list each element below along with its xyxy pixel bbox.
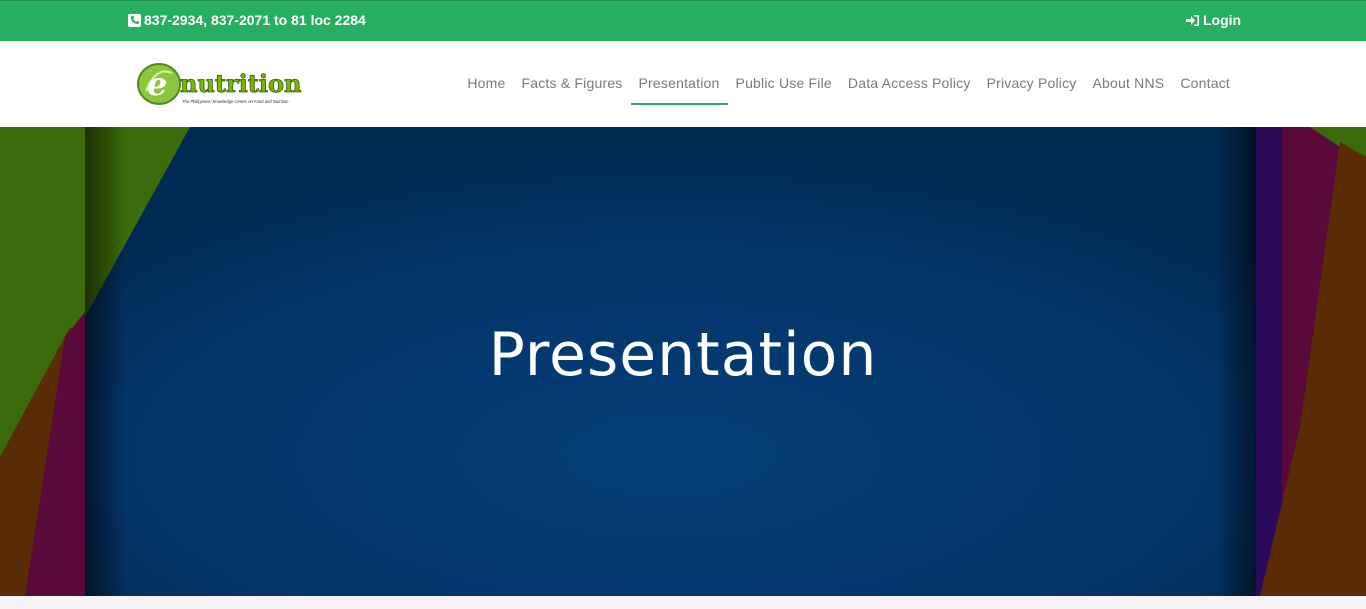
sign-in-icon (1186, 14, 1199, 26)
main-navbar: e nutrition The Philippines' Knowledge C… (0, 41, 1366, 127)
hero-title: Presentation (488, 320, 878, 390)
page-footer-strip (0, 596, 1366, 609)
nav-about-nns[interactable]: About NNS (1085, 75, 1173, 105)
nav-data-access-policy[interactable]: Data Access Policy (840, 75, 979, 105)
primary-nav: Home Facts & Figures Presentation Public… (459, 75, 1238, 105)
phone-text: 837-2934, 837-2071 to 81 loc 2284 (144, 12, 366, 28)
logo-wordmark: nutrition (180, 69, 301, 98)
login-link[interactable]: Login (1186, 12, 1241, 28)
phone-icon (128, 13, 141, 27)
nav-contact[interactable]: Contact (1172, 75, 1238, 105)
phone-info: 837-2934, 837-2071 to 81 loc 2284 (128, 12, 366, 28)
nav-home[interactable]: Home (459, 75, 513, 105)
logo-letter: e (147, 65, 167, 103)
login-label: Login (1203, 12, 1242, 28)
enutrition-logo[interactable]: e nutrition The Philippines' Knowledge C… (136, 61, 324, 109)
nav-facts-figures[interactable]: Facts & Figures (513, 75, 630, 105)
top-bar: 837-2934, 837-2071 to 81 loc 2284 Login (0, 0, 1366, 41)
nav-public-use-file[interactable]: Public Use File (728, 75, 840, 105)
nav-presentation[interactable]: Presentation (630, 75, 728, 105)
hero-banner: Presentation (0, 127, 1366, 596)
logo-tagline: The Philippines' Knowledge Center on Foo… (182, 99, 289, 104)
nav-privacy-policy[interactable]: Privacy Policy (979, 75, 1085, 105)
